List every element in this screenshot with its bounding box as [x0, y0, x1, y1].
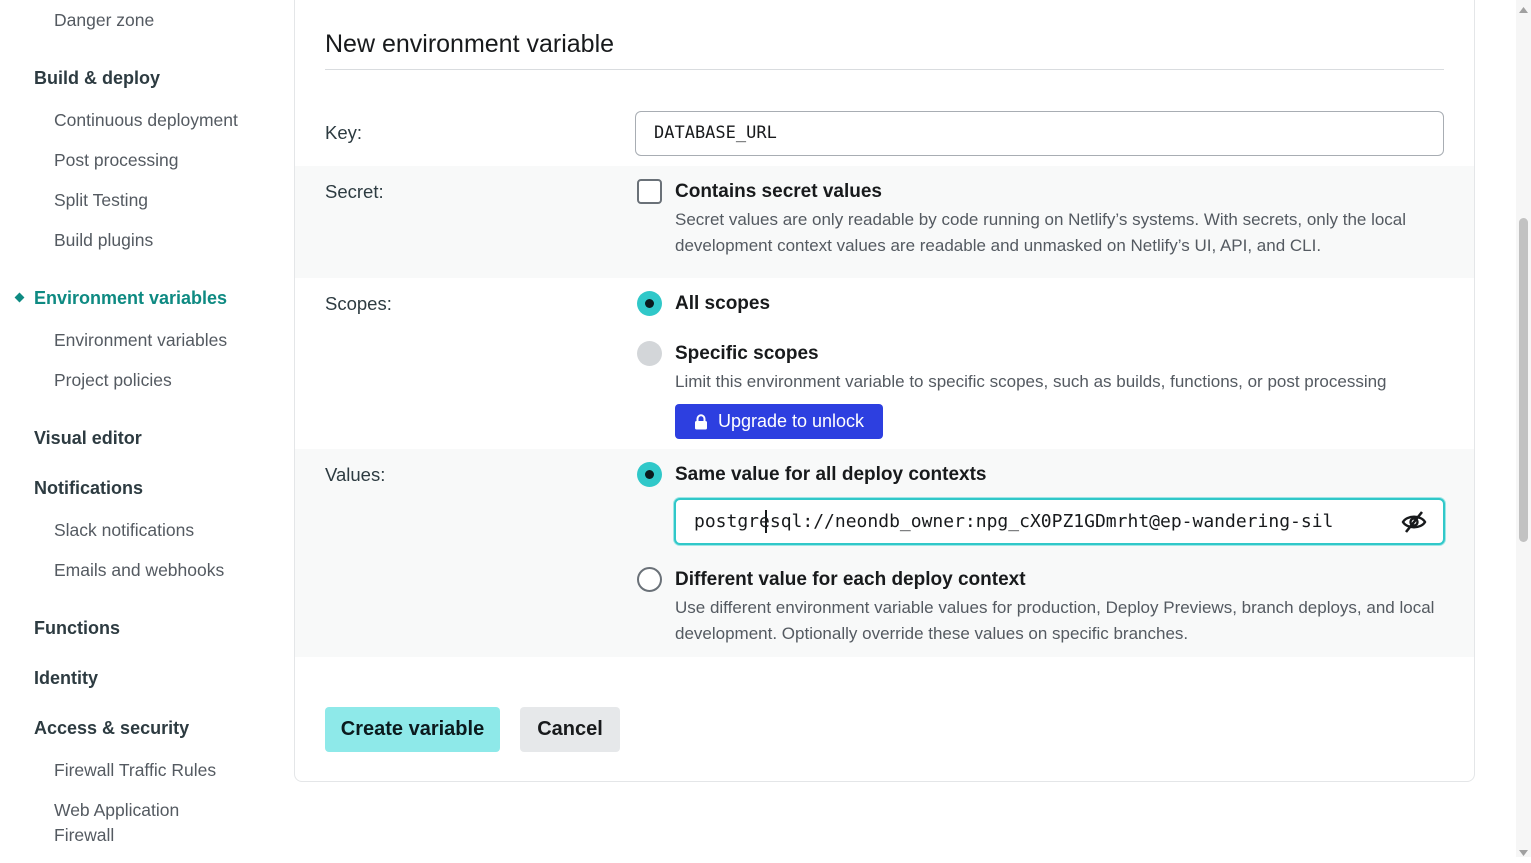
scroll-up-icon[interactable] — [1518, 2, 1529, 13]
secret-checkbox[interactable] — [637, 179, 662, 204]
secret-checkbox-label[interactable]: Contains secret values — [675, 180, 882, 204]
specific-scopes-label: Specific scopes — [675, 343, 819, 364]
key-input[interactable]: DATABASE_URL — [635, 111, 1444, 156]
lock-icon — [694, 413, 708, 430]
different-value-radio[interactable] — [637, 567, 662, 592]
specific-scopes-radio — [637, 341, 662, 366]
sidebar-item-continuous-deployment[interactable]: Continuous deployment — [54, 108, 238, 132]
sidebar-item-project-policies[interactable]: Project policies — [54, 368, 172, 392]
sidebar-item-danger-zone[interactable]: Danger zone — [54, 8, 154, 32]
sidebar-item-web-application-firewall[interactable]: Web Application Firewall — [54, 798, 214, 848]
text-caret — [765, 510, 767, 533]
scrollbar-thumb[interactable] — [1519, 218, 1528, 542]
sidebar-item-firewall-traffic-rules[interactable]: Firewall Traffic Rules — [54, 758, 216, 782]
cancel-button[interactable]: Cancel — [520, 707, 620, 752]
sidebar-section-visual-editor[interactable]: Visual editor — [34, 426, 142, 450]
active-indicator-icon — [14, 292, 25, 303]
sidebar-section-environment-variables[interactable]: Environment variables — [34, 286, 227, 310]
sidebar-item-emails-webhooks[interactable]: Emails and webhooks — [54, 558, 224, 582]
title-divider — [325, 69, 1444, 70]
sidebar-section-build-deploy[interactable]: Build & deploy — [34, 66, 160, 90]
all-scopes-radio[interactable] — [637, 291, 662, 316]
sidebar-section-access-security[interactable]: Access & security — [34, 716, 189, 740]
sidebar-item-split-testing[interactable]: Split Testing — [54, 188, 148, 212]
create-variable-button[interactable]: Create variable — [325, 707, 500, 752]
sidebar-section-notifications[interactable]: Notifications — [34, 476, 143, 500]
same-value-radio[interactable] — [637, 462, 662, 487]
sidebar-section-identity[interactable]: Identity — [34, 666, 98, 690]
secret-label: Secret: — [325, 181, 384, 202]
sidebar-item-post-processing[interactable]: Post processing — [54, 148, 179, 172]
values-label: Values: — [325, 464, 386, 485]
sidebar-item-slack-notifications[interactable]: Slack notifications — [54, 518, 194, 542]
different-value-label[interactable]: Different value for each deploy context — [675, 568, 1026, 592]
scopes-label: Scopes: — [325, 293, 392, 314]
value-input-text[interactable]: postgresql://neondb_owner:npg_cX0PZ1GDmr… — [694, 500, 1390, 543]
sidebar-item-environment-variables[interactable]: Environment variables — [54, 328, 227, 352]
eye-off-icon[interactable] — [1400, 509, 1428, 535]
settings-sidebar: Danger zone Build & deploy Continuous de… — [0, 0, 294, 857]
all-scopes-label[interactable]: All scopes — [675, 292, 770, 316]
same-value-label[interactable]: Same value for all deploy contexts — [675, 463, 987, 487]
value-input[interactable]: postgresql://neondb_owner:npg_cX0PZ1GDmr… — [674, 498, 1445, 545]
specific-scopes-description: Limit this environment variable to speci… — [675, 372, 1387, 391]
upgrade-to-unlock-button[interactable]: Upgrade to unlock — [675, 404, 883, 439]
upgrade-button-label: Upgrade to unlock — [717, 411, 865, 431]
different-value-description: Use different environment variable value… — [675, 598, 1435, 643]
page-title: New environment variable — [325, 30, 615, 58]
secret-description: Secret values are only readable by code … — [675, 210, 1407, 255]
sidebar-item-build-plugins[interactable]: Build plugins — [54, 228, 153, 252]
scroll-down-icon[interactable] — [1518, 845, 1529, 856]
sidebar-section-functions[interactable]: Functions — [34, 616, 120, 640]
key-label: Key: — [325, 122, 363, 143]
